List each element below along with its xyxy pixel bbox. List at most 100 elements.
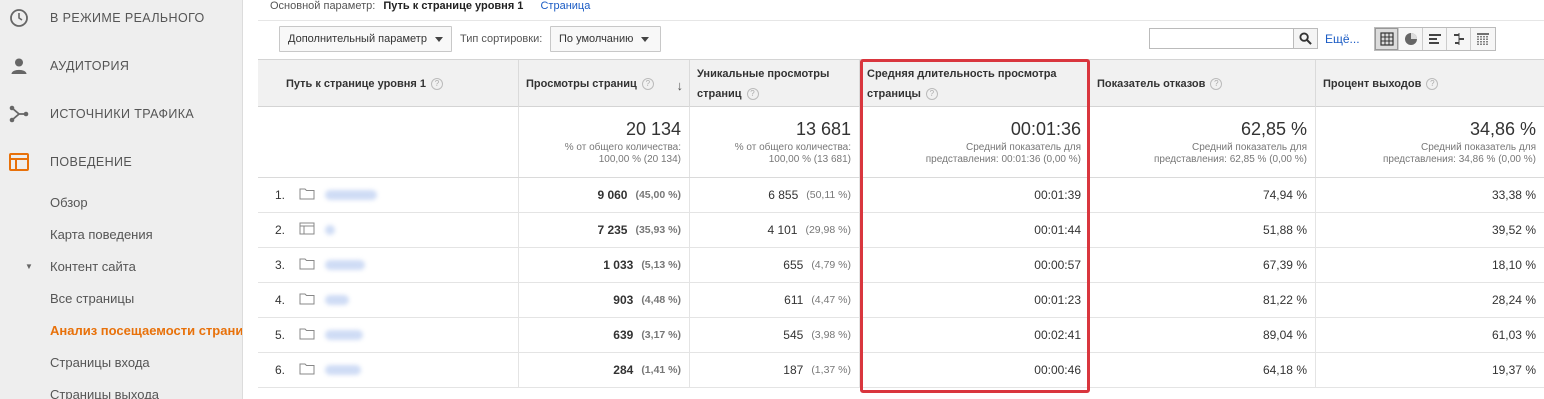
primary-dimension-page-link[interactable]: Страница — [540, 0, 590, 12]
sidebar-item-behavior-flow[interactable]: Карта поведения — [50, 227, 153, 242]
row-path-link[interactable] — [325, 365, 361, 375]
expand-triangle-icon[interactable]: ▼ — [25, 262, 33, 271]
table-row: 1. 9 060 (45,00 %) 6 855 (50,11 %) 00:01:39 74… — [258, 178, 1544, 213]
row-unique-pageviews-pct: (29,98 %) — [805, 224, 851, 236]
row-path-link[interactable] — [325, 225, 335, 235]
pie-view-button[interactable] — [1399, 28, 1423, 50]
row-avg-time-cell: 00:01:23 — [860, 283, 1090, 317]
column-header-exit-rate[interactable]: Процент выходов? — [1316, 60, 1544, 107]
secondary-dimension-dropdown[interactable]: Дополнительный параметр — [279, 26, 452, 52]
row-number: 3. — [275, 258, 286, 272]
help-icon[interactable]: ? — [1210, 77, 1223, 90]
folder-icon[interactable] — [299, 187, 315, 203]
row-unique-pageviews-pct: (3,98 %) — [811, 329, 851, 341]
row-exit-rate: 39,52 % — [1491, 223, 1536, 237]
table-row: 4. 903 (4,48 %) 611 (4,47 %) 00:01:23 81,22 % 2… — [258, 283, 1544, 318]
row-exit-rate: 61,03 % — [1491, 328, 1536, 342]
folder-icon[interactable] — [299, 292, 315, 308]
sort-type-dropdown[interactable]: По умолчанию — [550, 26, 661, 52]
row-unique-pageviews-pct: (50,11 %) — [806, 189, 851, 201]
row-path-link[interactable] — [325, 295, 349, 305]
column-header-pageviews[interactable]: Просмотры страниц? ↓ — [519, 60, 690, 107]
advanced-search-link[interactable]: Ещё... — [1325, 32, 1360, 46]
row-avg-time-cell: 00:02:41 — [860, 318, 1090, 352]
folder-icon[interactable] — [299, 362, 315, 378]
row-exit-rate-cell: 39,52 % — [1316, 213, 1544, 247]
sidebar-item-landing-pages[interactable]: Страницы входа — [50, 355, 150, 370]
totals-note: % от общего количества: 100,00 % (20 134… — [564, 142, 681, 165]
folder-icon[interactable] — [299, 257, 315, 273]
sidebar-item-site-content[interactable]: Контент сайта — [50, 259, 136, 274]
row-bounce-rate: 51,88 % — [1262, 223, 1307, 237]
row-exit-rate-cell: 18,10 % — [1316, 248, 1544, 282]
sidebar-item-overview[interactable]: Обзор — [50, 195, 88, 210]
nav-item-acquisition[interactable]: ИСТОЧНИКИ ТРАФИКА — [0, 90, 242, 138]
totals-exit-rate: 34,86 % Средний показатель для представл… — [1316, 107, 1544, 177]
table-search-input[interactable] — [1149, 28, 1294, 49]
performance-view-button[interactable] — [1423, 28, 1447, 50]
folder-icon[interactable] — [299, 327, 315, 343]
row-pageviews-pct: (35,93 %) — [635, 224, 681, 236]
row-pageviews: 7 235 — [597, 223, 628, 237]
row-pageviews-pct: (5,13 %) — [641, 259, 681, 271]
row-number: 2. — [275, 223, 286, 237]
sort-type-label: Тип сортировки: — [460, 33, 543, 45]
comparison-view-button[interactable] — [1447, 28, 1471, 50]
help-icon[interactable]: ? — [431, 77, 444, 90]
column-header-avg-time[interactable]: Средняя длительность просмотра страницы? — [860, 60, 1090, 107]
totals-bounce-rate: 62,85 % Средний показатель для представл… — [1090, 107, 1316, 177]
row-exit-rate: 19,37 % — [1491, 363, 1536, 377]
help-icon[interactable]: ? — [746, 87, 759, 100]
nav-item-behavior[interactable]: ПОВЕДЕНИЕ — [0, 138, 242, 186]
help-icon[interactable]: ? — [1426, 77, 1439, 90]
column-header-unique-pageviews[interactable]: Уникальные просмотры страниц? — [690, 60, 860, 107]
table-view-button[interactable] — [1375, 28, 1399, 50]
row-unique-pageviews-pct: (4,79 %) — [811, 259, 851, 271]
page-icon[interactable] — [299, 222, 315, 238]
row-unique-pageviews: 655 — [783, 258, 804, 272]
table-row: 3. 1 033 (5,13 %) 655 (4,79 %) 00:00:57 67,39 … — [258, 248, 1544, 283]
sidebar-item-content-drilldown[interactable]: Анализ посещаемости страниц — [50, 323, 242, 338]
table-row: 5. 639 (3,17 %) 545 (3,98 %) 00:02:41 89,04 % 6… — [258, 318, 1544, 353]
help-icon[interactable]: ? — [925, 87, 938, 100]
row-number: 4. — [275, 293, 286, 307]
row-path-link[interactable] — [325, 190, 377, 200]
totals-value: 34,86 % — [1469, 119, 1536, 139]
row-avg-time-cell: 00:01:39 — [860, 178, 1090, 212]
row-bounce-rate: 67,39 % — [1262, 258, 1307, 272]
column-header-label: Просмотры страниц — [526, 77, 637, 90]
row-avg-time-cell: 00:00:57 — [860, 248, 1090, 282]
row-avg-time: 00:02:41 — [1034, 328, 1081, 342]
row-avg-time-cell: 00:01:44 — [860, 213, 1090, 247]
row-bounce-rate: 74,94 % — [1262, 188, 1307, 202]
row-path-link[interactable] — [325, 260, 365, 270]
row-number: 6. — [275, 363, 286, 377]
column-header-bounce-rate[interactable]: Показатель отказов? — [1090, 60, 1316, 107]
sidebar-item-exit-pages[interactable]: Страницы выхода — [50, 387, 159, 399]
help-icon[interactable]: ? — [641, 77, 654, 90]
row-avg-time: 00:00:57 — [1034, 258, 1081, 272]
divider — [258, 20, 1544, 21]
nav-item-audience[interactable]: АУДИТОРИЯ — [0, 42, 242, 90]
pivot-view-button[interactable] — [1471, 28, 1495, 50]
row-avg-time-cell: 00:00:46 — [860, 353, 1090, 387]
totals-note: Средний показатель для представления: 34… — [1382, 142, 1536, 165]
row-path-link[interactable] — [325, 330, 363, 340]
row-avg-time: 00:01:44 — [1034, 223, 1081, 237]
totals-dimension-cell — [258, 107, 519, 177]
grid-icon — [1379, 32, 1394, 46]
row-bounce-rate-cell: 64,18 % — [1090, 353, 1316, 387]
row-dimension-cell: 3. — [258, 248, 519, 282]
nav-item-realtime[interactable]: В РЕЖИМЕ РЕАЛЬНОГО — [0, 0, 242, 42]
column-header-page-path[interactable]: Путь к странице уровня 1? — [258, 60, 519, 107]
totals-unique-pageviews: 13 681 % от общего количества: 100,00 % … — [690, 107, 860, 177]
row-number: 1. — [275, 188, 286, 202]
totals-note: Средний показатель для представления: 62… — [1153, 142, 1307, 165]
totals-value: 13 681 — [795, 119, 851, 139]
column-header-label: Уникальные просмотры страниц — [697, 67, 830, 100]
search-button[interactable] — [1294, 28, 1318, 49]
row-exit-rate-cell: 33,38 % — [1316, 178, 1544, 212]
row-unique-pageviews: 4 101 — [767, 223, 798, 237]
totals-row: 20 134 % от общего количества: 100,00 % … — [258, 107, 1544, 178]
sidebar-item-all-pages[interactable]: Все страницы — [50, 291, 134, 306]
